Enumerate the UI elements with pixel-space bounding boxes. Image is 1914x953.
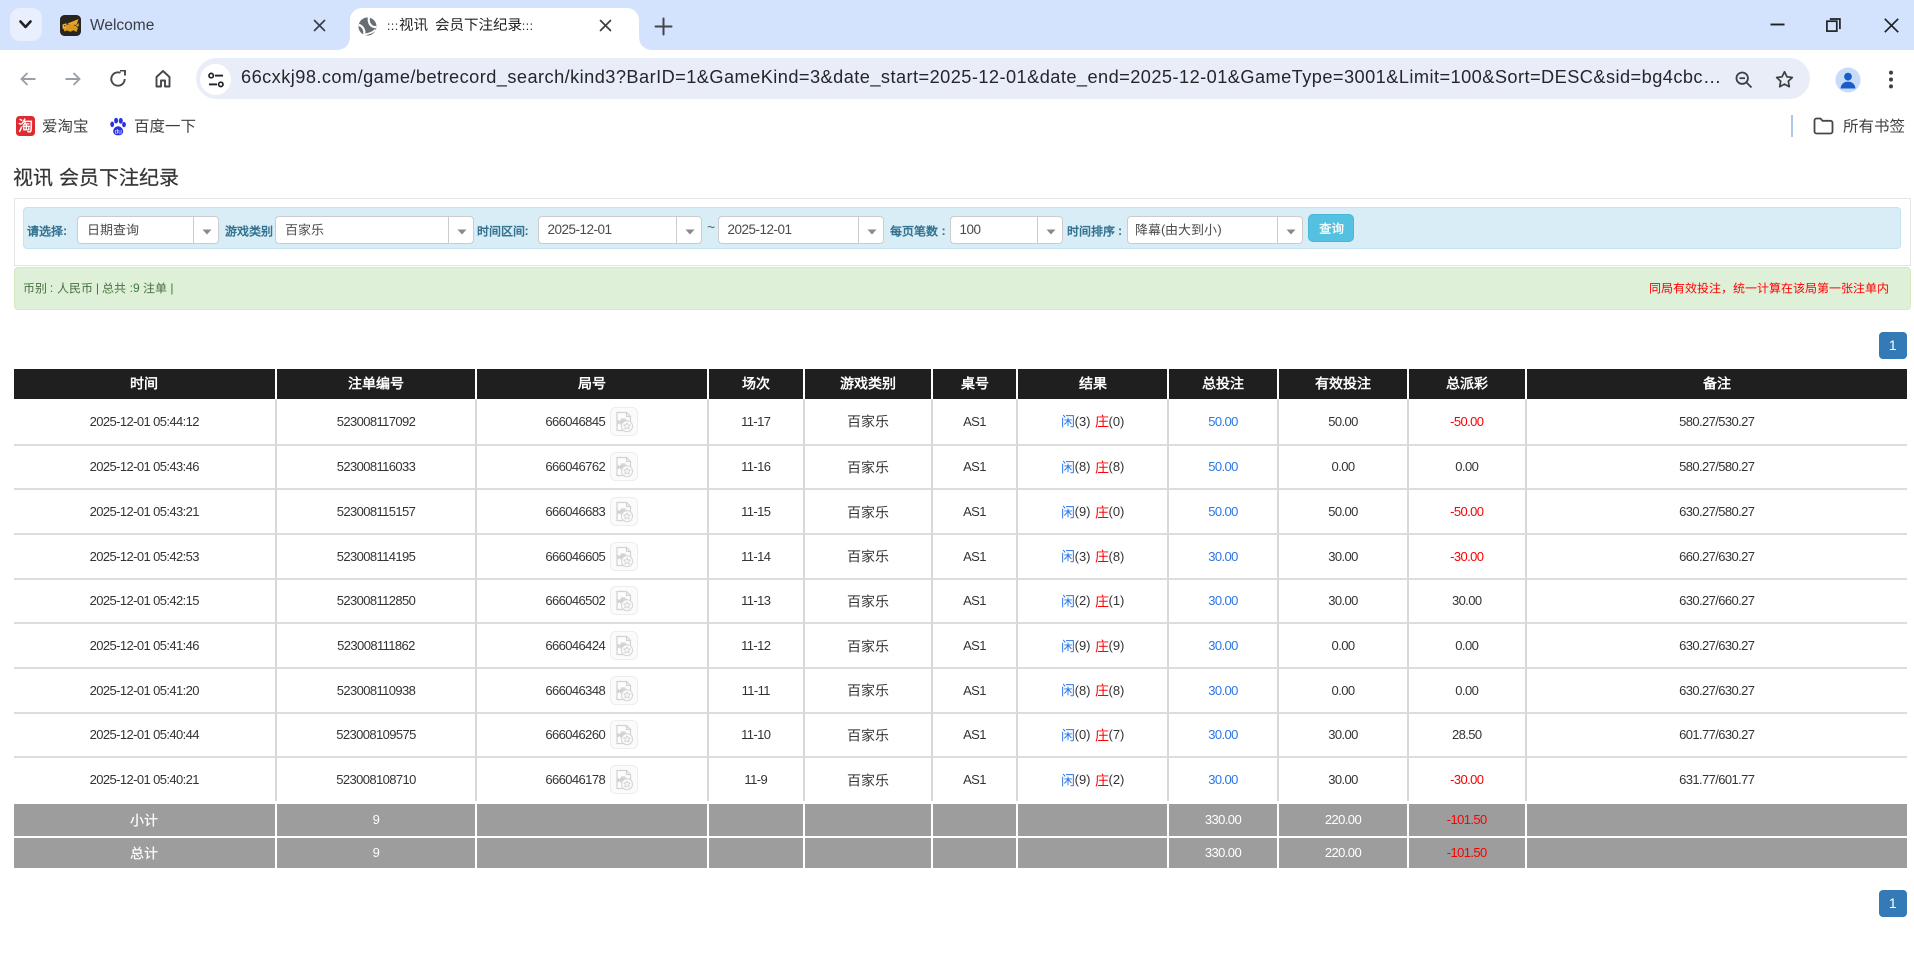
svg-text:du: du [115,128,123,135]
